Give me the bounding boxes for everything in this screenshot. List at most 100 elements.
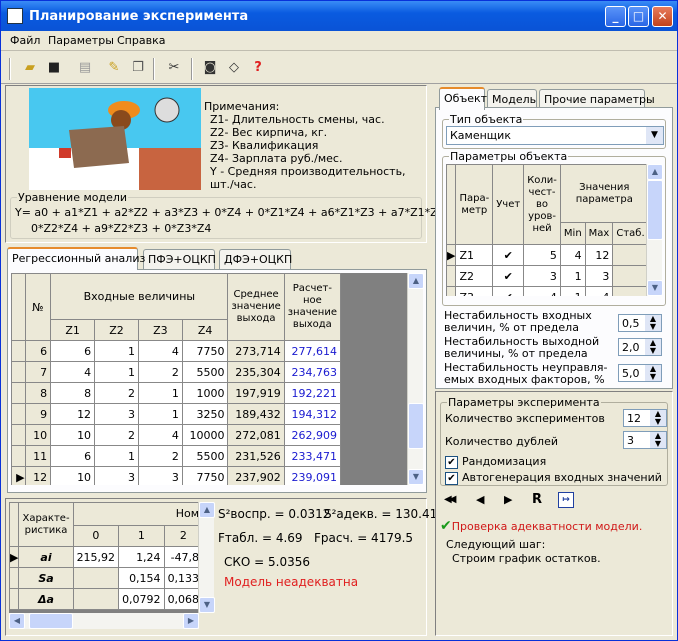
instab-in-spin[interactable]: 0,5 ▲ ▼ xyxy=(618,314,662,332)
table-row[interactable]: Sa 0,154 0,133 xyxy=(9,567,199,589)
table-row[interactable]: 10 10 2 4 10000 272,081 262,909 xyxy=(11,424,342,446)
dup-count-spin[interactable]: 3 ▲ ▼ xyxy=(623,431,667,449)
row-indicator[interactable] xyxy=(11,403,26,425)
exp-count-spin[interactable]: 12 ▲ ▼ xyxy=(623,409,667,427)
row-indicator[interactable] xyxy=(446,265,457,287)
instab-unc-spin[interactable]: 5,0 ▲ ▼ xyxy=(618,364,662,382)
table-cell[interactable]: 234,763 xyxy=(283,361,342,383)
table-cell[interactable]: 1 xyxy=(137,382,183,404)
table-cell[interactable] xyxy=(72,588,120,610)
help-icon[interactable]: ? xyxy=(249,59,267,77)
coef-vscrollbar[interactable]: ▲ ▼ xyxy=(198,502,215,613)
scroll-thumb[interactable] xyxy=(647,180,663,240)
params-scrollbar[interactable]: ▲ ▼ xyxy=(646,164,663,296)
table-cell[interactable]: 2 xyxy=(137,445,183,467)
menu-help[interactable]: Справка xyxy=(117,34,165,47)
table-cell[interactable]: 3 xyxy=(94,403,139,425)
book-icon[interactable]: ◇ xyxy=(225,59,243,77)
table-cell[interactable]: 4 xyxy=(584,286,614,296)
table-cell[interactable]: 194,312 xyxy=(283,403,342,425)
instab-out-spin[interactable]: 2,0 ▲ ▼ xyxy=(618,338,662,356)
table-cell[interactable]: 215,92 xyxy=(72,546,120,568)
row-indicator[interactable] xyxy=(9,588,20,610)
tab-dfe[interactable]: ДФЭ+ОЦКП xyxy=(219,249,292,269)
row-indicator[interactable]: ▶ xyxy=(446,244,457,266)
scroll-down-icon[interactable]: ▼ xyxy=(408,469,424,485)
table-cell[interactable]: 4 xyxy=(559,244,586,266)
table-cell[interactable]: 1,24 xyxy=(118,546,165,568)
next-step-button[interactable]: ▶ xyxy=(504,493,512,506)
stab-cell[interactable] xyxy=(612,286,646,296)
table-cell[interactable]: 3250 xyxy=(181,403,229,425)
table-cell[interactable]: 1000 xyxy=(181,382,229,404)
edit-icon[interactable]: ✎ xyxy=(105,59,123,77)
row-indicator[interactable] xyxy=(446,286,457,296)
table-cell[interactable]: 11 xyxy=(24,445,52,467)
table-cell[interactable]: 192,221 xyxy=(283,382,342,404)
camera-icon[interactable]: ◙ xyxy=(201,59,219,77)
randomization-checkbox[interactable]: ✔ Рандомизация xyxy=(445,455,546,469)
table-cell[interactable]: 7750 xyxy=(181,340,229,362)
spin-arrows-icon[interactable]: ▲ ▼ xyxy=(645,315,661,331)
spin-arrows-icon[interactable]: ▲ ▼ xyxy=(650,410,666,426)
scroll-up-icon[interactable]: ▲ xyxy=(408,273,424,289)
scroll-up-icon[interactable]: ▲ xyxy=(647,164,663,180)
scroll-thumb[interactable] xyxy=(29,613,73,629)
close-button[interactable]: ✕ xyxy=(652,6,673,27)
table-cell[interactable]: 8 xyxy=(50,382,96,404)
table-row[interactable]: 8 8 2 1 1000 197,919 192,221 xyxy=(11,382,342,404)
tab-pfe[interactable]: ПФЭ+ОЦКП xyxy=(143,249,216,269)
row-indicator[interactable] xyxy=(9,567,20,589)
table-cell[interactable]: 4 xyxy=(523,286,561,296)
checkbox-checked-icon[interactable]: ✔ xyxy=(445,471,458,485)
table-cell[interactable]: 6 xyxy=(50,340,96,362)
table-cell[interactable]: 8 xyxy=(24,382,52,404)
table-row[interactable]: Δa 0,0792 0,068 xyxy=(9,588,199,610)
table-cell[interactable]: 237,902 xyxy=(227,466,285,485)
table-cell[interactable]: 0,0792 xyxy=(118,588,165,610)
maximize-button[interactable]: □ xyxy=(628,6,649,27)
table-cell[interactable]: 1 xyxy=(94,445,139,467)
table-cell[interactable]: 10 xyxy=(50,466,96,485)
table-row[interactable]: 9 12 3 1 3250 189,432 194,312 xyxy=(11,403,342,425)
table-cell[interactable]: 6 xyxy=(24,340,52,362)
table-cell[interactable]: 262,909 xyxy=(283,424,342,446)
object-type-select[interactable]: Каменщик ▼ xyxy=(446,126,664,145)
table-cell[interactable]: 10 xyxy=(24,424,52,446)
scroll-down-icon[interactable]: ▼ xyxy=(647,280,663,296)
table-cell[interactable]: -47,8 xyxy=(163,546,199,568)
table-row[interactable]: Z3✔414 xyxy=(446,286,646,296)
first-step-button[interactable]: ◀◀ xyxy=(444,494,457,505)
current-row-indicator[interactable]: ▶ xyxy=(11,466,26,485)
row-indicator[interactable] xyxy=(11,340,26,362)
table-cell[interactable]: 239,091 xyxy=(283,466,342,485)
scroll-thumb[interactable] xyxy=(408,403,424,449)
open-icon[interactable]: ▰ xyxy=(21,59,39,77)
table-row[interactable]: ▶ 12 10 3 3 7750 237,902 239,091 xyxy=(11,466,342,485)
tools-icon[interactable]: ✂ xyxy=(165,59,183,77)
table-row[interactable]: ▶ Z1 ✔ 5 4 12 xyxy=(446,244,646,266)
minimize-button[interactable]: _ xyxy=(605,6,626,27)
table-cell[interactable]: 12 xyxy=(50,403,96,425)
menu-file[interactable]: Файл xyxy=(10,34,40,47)
table-cell[interactable]: 1 xyxy=(137,403,183,425)
table-cell[interactable]: 7750 xyxy=(181,466,229,485)
table-cell[interactable]: 3 xyxy=(94,466,139,485)
row-indicator[interactable] xyxy=(11,361,26,383)
menu-params[interactable]: Параметры xyxy=(48,34,114,47)
tab-other-params[interactable]: Прочие параметры xyxy=(539,89,655,109)
scroll-up-icon[interactable]: ▲ xyxy=(199,502,215,518)
table-cell[interactable] xyxy=(72,567,120,589)
row-indicator[interactable] xyxy=(11,424,26,446)
table-cell[interactable]: 6 xyxy=(50,445,96,467)
coef-hscrollbar[interactable]: ◀ ▶ xyxy=(9,613,199,629)
table-cell[interactable]: 5500 xyxy=(181,361,229,383)
table-row[interactable]: ▶ ai 215,92 1,24 -47,8 xyxy=(9,546,199,568)
table-cell[interactable]: 235,304 xyxy=(227,361,285,383)
row-indicator[interactable] xyxy=(11,382,26,404)
use-checkbox[interactable]: ✔ xyxy=(492,286,525,296)
table-cell[interactable]: 3 xyxy=(584,265,614,287)
stab-cell[interactable] xyxy=(612,244,646,266)
prev-step-button[interactable]: ◀ xyxy=(476,493,484,506)
spin-arrows-icon[interactable]: ▲ ▼ xyxy=(650,432,666,448)
